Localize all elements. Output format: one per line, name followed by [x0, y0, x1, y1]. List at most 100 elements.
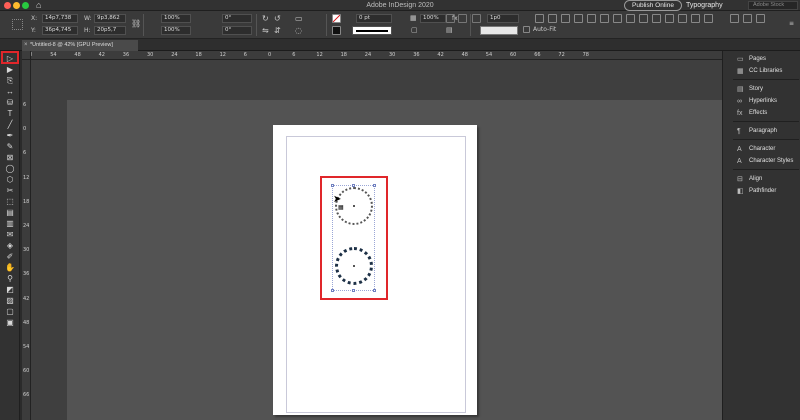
panel-align[interactable]: ⊟ Align: [723, 174, 800, 185]
fitting-icon-a[interactable]: [535, 14, 544, 23]
fitting-icon-m[interactable]: [691, 14, 700, 23]
panel-story[interactable]: ▤ Story: [723, 84, 800, 95]
rectangle-frame-tool[interactable]: ⊠: [3, 153, 17, 163]
fitting-icon-q[interactable]: [756, 14, 765, 23]
opacity-field[interactable]: 100%: [420, 14, 446, 23]
ruler-tick-label: 54: [485, 52, 493, 58]
fitting-icon-l[interactable]: [678, 14, 687, 23]
panel-pathfinder[interactable]: ◧ Pathfinder: [723, 186, 800, 197]
publish-online-button[interactable]: Publish Online: [624, 0, 682, 11]
document-page[interactable]: ➤ ▦: [273, 125, 477, 415]
fitting-icon-k[interactable]: [665, 14, 674, 23]
panel-pages[interactable]: ▭ Pages: [723, 54, 800, 65]
rotate-90-cw-icon[interactable]: ↻: [262, 14, 269, 23]
separator: [326, 14, 327, 36]
fitting-icon-o[interactable]: [730, 14, 739, 23]
rotate-90-ccw-icon[interactable]: ↺: [274, 14, 281, 23]
panel-character-styles[interactable]: A Character Styles: [723, 156, 800, 167]
stroke-weight-field[interactable]: 0 pt: [356, 14, 392, 23]
flip-vertical-icon[interactable]: ⇵: [274, 26, 281, 35]
shear-field[interactable]: 0°: [222, 26, 252, 35]
apply-none[interactable]: ▨: [3, 296, 17, 306]
frame-fitting-swatch[interactable]: [480, 26, 518, 35]
pencil-tool[interactable]: ✎: [3, 142, 17, 152]
panel-character[interactable]: A Character: [723, 144, 800, 155]
scale-x-field[interactable]: 100%: [161, 14, 191, 23]
x-position-field[interactable]: 14p7,738: [42, 14, 78, 23]
fitting-icon-e[interactable]: [587, 14, 596, 23]
fitting-icon-h[interactable]: [626, 14, 635, 23]
distribute-icon[interactable]: [472, 14, 481, 23]
scale-y-field[interactable]: 100%: [161, 26, 191, 35]
panel-paragraph[interactable]: ¶ Paragraph: [723, 126, 800, 137]
normal-mode[interactable]: ▢: [3, 307, 17, 317]
height-field[interactable]: 20p5,7: [94, 26, 126, 35]
panel-menu-icon[interactable]: ≡: [789, 19, 794, 28]
ruler-tick-label: 36: [413, 52, 420, 58]
select-content-icon[interactable]: ◌: [295, 26, 302, 35]
fill-stroke-swatch[interactable]: ◩: [3, 285, 17, 295]
align-top-icon[interactable]: [446, 14, 455, 23]
close-tab-icon[interactable]: ×: [24, 40, 28, 51]
hand-tool[interactable]: ✋: [3, 263, 17, 273]
note-tool[interactable]: ✉: [3, 230, 17, 240]
fill-swatch[interactable]: [332, 14, 341, 23]
fitting-icon-c[interactable]: [561, 14, 570, 23]
fitting-icon-g[interactable]: [613, 14, 622, 23]
align-left-icon[interactable]: ▤: [446, 26, 455, 35]
ellipse-tool[interactable]: ◯: [3, 164, 17, 174]
color-theme-tool[interactable]: ◈: [3, 241, 17, 251]
fitting-icon-n[interactable]: [704, 14, 713, 23]
panel-cc-libraries[interactable]: ▦ CC Libraries: [723, 66, 800, 77]
gap-field[interactable]: 1p0: [487, 14, 519, 23]
direct-selection-tool[interactable]: ▶: [3, 65, 17, 75]
page-tool[interactable]: ⎘: [3, 76, 17, 86]
zoom-tool[interactable]: ⚲: [3, 274, 17, 284]
select-container-icon[interactable]: ▭: [295, 14, 303, 23]
ruler-tick-label: 60: [23, 368, 30, 375]
gap-tool[interactable]: ↔: [3, 87, 17, 97]
line-tool[interactable]: ╱: [3, 120, 17, 130]
content-collector-tool[interactable]: ⛁: [3, 98, 17, 108]
y-position-field[interactable]: 36p4,745: [42, 26, 78, 35]
fitting-icon-f[interactable]: [600, 14, 609, 23]
document-tab[interactable]: *Untitled-8 @ 42% [GPU Preview]: [22, 40, 138, 51]
polygon-tool[interactable]: ⬡: [3, 175, 17, 185]
workspace-switcher[interactable]: Typography: [686, 0, 723, 11]
ruler-origin[interactable]: [22, 51, 31, 60]
align-middle-icon[interactable]: [458, 14, 467, 23]
vertical-ruler[interactable]: 6 0 6 12 18 24 30 36 42 48 54 60 66: [22, 60, 31, 420]
fitting-icon-b[interactable]: [548, 14, 557, 23]
gradient-feather-tool[interactable]: ▥: [3, 219, 17, 229]
free-transform-tool[interactable]: ⬚: [3, 197, 17, 207]
ruler-tick-label: 30: [389, 52, 396, 58]
adobe-stock-search-input[interactable]: Adobe Stock: [748, 1, 798, 10]
pasteboard[interactable]: ➤ ▦: [31, 60, 722, 420]
stroke-type-select[interactable]: [352, 26, 392, 35]
panel-label: Character Styles: [749, 158, 794, 164]
pen-tool[interactable]: ✒: [3, 131, 17, 141]
fitting-icon-p[interactable]: [743, 14, 752, 23]
ruler-tick-label: 18: [23, 198, 30, 205]
panel-hyperlinks[interactable]: ∞ Hyperlinks: [723, 96, 800, 107]
separator: [470, 14, 471, 36]
selection-tool[interactable]: ▷: [3, 54, 17, 64]
flip-horizontal-icon[interactable]: ⇋: [262, 26, 269, 35]
rotation-field[interactable]: 0°: [222, 14, 252, 23]
stroke-swatch[interactable]: [332, 26, 341, 35]
fitting-icon-d[interactable]: [574, 14, 583, 23]
reference-point-icon[interactable]: [12, 19, 23, 30]
fitting-icon-i[interactable]: [639, 14, 648, 23]
horizontal-ruler[interactable]: 6054484236302418126061218243036424854606…: [22, 51, 722, 60]
constrain-proportions-icon[interactable]: ⛓: [131, 19, 141, 28]
screen-mode[interactable]: ▣: [3, 318, 17, 328]
drop-shadow-icon[interactable]: ▢: [411, 26, 418, 35]
eyedropper-tool[interactable]: ✐: [3, 252, 17, 262]
gradient-swatch-tool[interactable]: ▤: [3, 208, 17, 218]
fitting-icon-j[interactable]: [652, 14, 661, 23]
panel-effects[interactable]: fx Effects: [723, 108, 800, 119]
scissors-tool[interactable]: ✂: [3, 186, 17, 196]
auto-fit-checkbox[interactable]: [523, 26, 530, 33]
width-field[interactable]: 9p3,862: [94, 14, 126, 23]
type-tool[interactable]: T: [3, 109, 17, 119]
